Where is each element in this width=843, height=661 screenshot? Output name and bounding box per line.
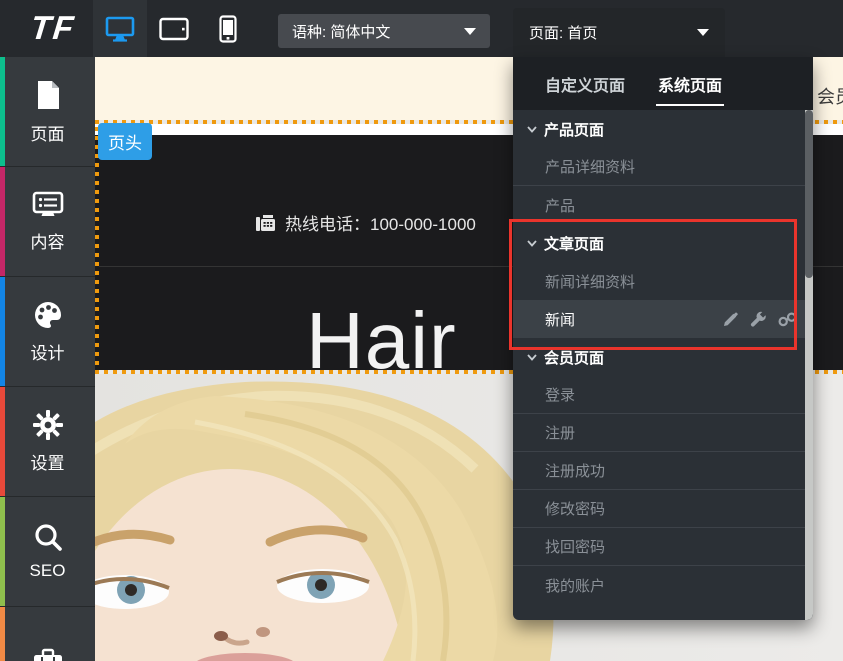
wrench-icon[interactable] [750,311,767,328]
language-select[interactable]: 语种: 简体中文 [278,14,490,48]
chevron-down-icon [527,354,537,361]
sidebar-item-label: 页面 [31,120,65,145]
device-tablet-button[interactable] [147,0,201,57]
chevron-down-icon [697,29,709,36]
mobile-phone-icon [219,15,237,43]
page-header-tag[interactable]: 页头 [98,123,152,160]
device-desktop-button[interactable] [93,0,147,57]
group-label: 产品页面 [544,119,604,140]
device-mobile-button[interactable] [201,0,255,57]
page-item-change-password[interactable]: 修改密码 [513,490,813,528]
item-label: 我的账户 [545,575,605,596]
sidebar-item-design[interactable]: 设计 [0,277,95,387]
accent-strip [0,497,5,606]
palette-icon [33,300,63,330]
content-screen-icon [32,191,64,219]
sidebar-item-label: SEO [30,561,66,581]
chevron-down-icon [527,240,537,247]
accent-strip [0,387,5,496]
app-logo[interactable]: TF [14,8,92,48]
system-pages-list: 产品页面 产品详细资料 产品 文章页面 新闻详细资料 新闻 [513,110,813,620]
item-label: 找回密码 [545,536,605,557]
sidebar-item-content[interactable]: 内容 [0,167,95,277]
chevron-down-icon [527,126,537,133]
accent-strip [0,277,5,386]
language-select-label: 语种: 简体中文 [292,21,390,42]
item-label: 新闻 [545,309,575,330]
gear-icon [33,410,63,440]
item-label: 产品 [545,195,575,216]
app-window: 会员 热线电话：100-000-1000 Hair [0,0,843,661]
page-group-product[interactable]: 产品页面 [513,110,813,148]
sidebar-item-pages[interactable]: 页面 [0,57,95,167]
fax-phone-icon [255,213,277,233]
page-item-news-detail[interactable]: 新闻详细资料 [513,262,813,300]
sidebar-item-label: 内容 [31,228,65,253]
group-label: 会员页面 [544,347,604,368]
chevron-down-icon [464,28,476,35]
page-item-news[interactable]: 新闻 [513,300,813,338]
item-label: 注册 [545,422,575,443]
document-icon [34,79,62,111]
hotline-text: 热线电话：100-000-1000 [285,210,476,235]
desktop-monitor-icon [105,16,135,42]
page-item-recover-password[interactable]: 找回密码 [513,528,813,566]
sidebar-item-label: 设计 [31,339,65,364]
edit-icon[interactable] [722,311,739,328]
accent-strip [0,57,5,166]
sidebar-item-label: 设置 [31,449,65,474]
page-select-label: 页面: 首页 [529,22,597,43]
link-icon[interactable] [778,312,797,327]
panel-tabs: 自定义页面 系统页面 [513,57,813,110]
page-item-product-detail[interactable]: 产品详细资料 [513,148,813,186]
page-dropdown-panel: 自定义页面 系统页面 产品页面 产品详细资料 产品 文章页面 新闻详细资料 新闻 [513,57,813,620]
page-item-register-success[interactable]: 注册成功 [513,452,813,490]
tab-custom-pages[interactable]: 自定义页面 [545,57,625,110]
page-group-member[interactable]: 会员页面 [513,338,813,376]
hero-logo-text: Hair [306,301,457,381]
briefcase-icon [32,648,64,661]
page-item-register[interactable]: 注册 [513,414,813,452]
tablet-icon [159,17,189,41]
item-label: 注册成功 [545,460,605,481]
page-select[interactable]: 页面: 首页 [513,8,725,57]
page-item-login[interactable]: 登录 [513,376,813,414]
item-label: 修改密码 [545,498,605,519]
accent-strip [0,607,5,661]
page-item-product[interactable]: 产品 [513,186,813,224]
main-sidebar: 页面 内容 设计 [0,57,95,661]
sidebar-item-settings[interactable]: 设置 [0,387,95,497]
accent-strip [0,167,5,276]
item-label: 登录 [545,384,575,405]
preview-nav-item[interactable]: 会员 [817,83,843,109]
top-toolbar: TF 语种: 简体中文 页面: 首页 [0,0,843,57]
group-label: 文章页面 [544,233,604,254]
hotline-bar: 热线电话：100-000-1000 [255,210,476,235]
item-label: 新闻详细资料 [545,271,635,292]
item-label: 产品详细资料 [545,156,635,177]
row-action-icons [722,311,813,328]
page-group-article[interactable]: 文章页面 [513,224,813,262]
page-item-my-account[interactable]: 我的账户 [513,566,813,604]
panel-scrollbar-thumb[interactable] [805,110,813,278]
search-icon [33,522,63,552]
tab-system-pages[interactable]: 系统页面 [658,57,722,110]
sidebar-item-business[interactable] [0,607,95,661]
sidebar-item-seo[interactable]: SEO [0,497,95,607]
